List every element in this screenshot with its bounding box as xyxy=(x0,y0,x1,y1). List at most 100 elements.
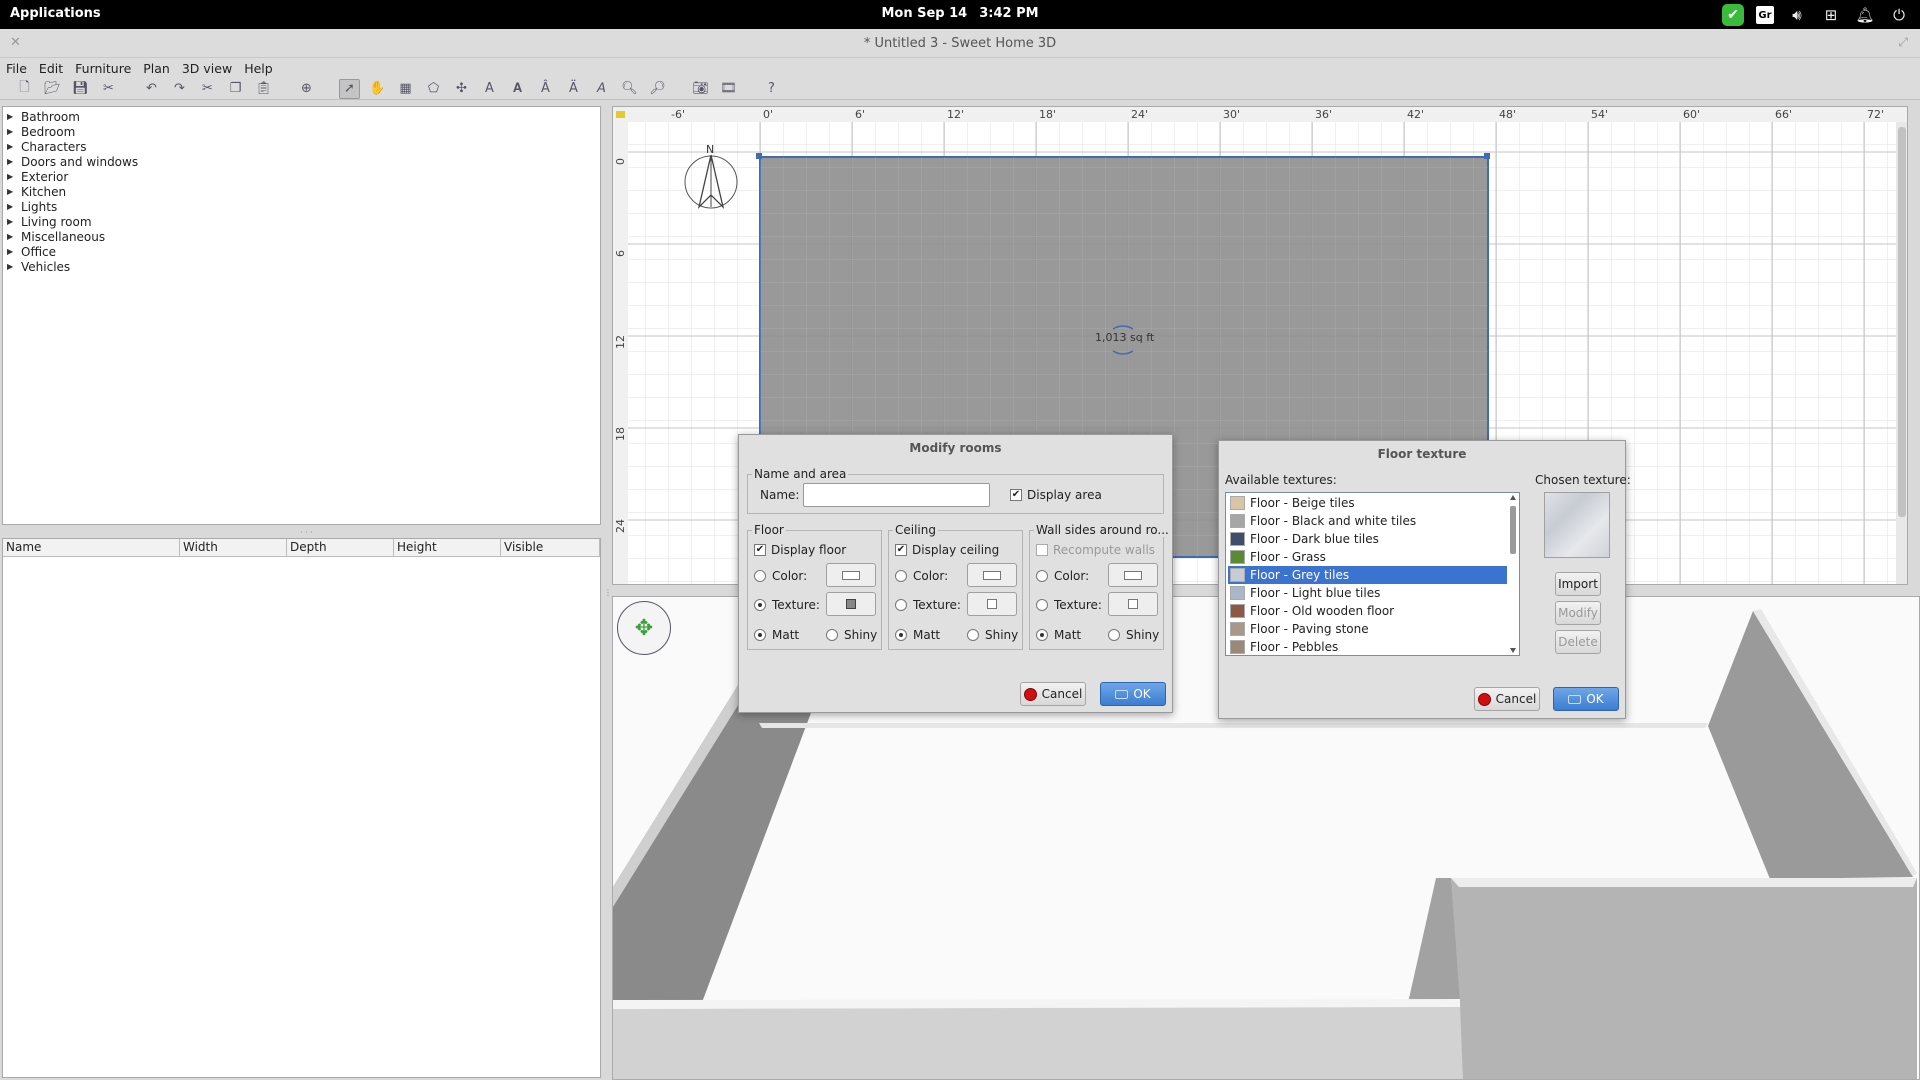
catalog-category[interactable]: ▶ Vehicles xyxy=(7,259,70,274)
radio-button[interactable] xyxy=(1108,629,1120,641)
catalog-category[interactable]: ▶ Lights xyxy=(7,199,57,214)
expand-triangle-icon[interactable]: ▶ xyxy=(7,127,21,136)
cancel-button[interactable]: Cancel xyxy=(1474,687,1540,711)
expand-triangle-icon[interactable]: ▶ xyxy=(7,187,21,196)
create-video-icon[interactable]: 🎞︎ xyxy=(718,79,739,99)
radio-button[interactable] xyxy=(754,599,766,611)
expand-triangle-icon[interactable]: ▶ xyxy=(7,112,21,121)
floor-shiny-radio[interactable]: Shiny xyxy=(826,628,877,642)
column-header-height[interactable]: Height xyxy=(394,539,501,556)
create-walls-icon[interactable]: ▦ xyxy=(395,79,416,99)
maximize-icon[interactable]: ⤢ xyxy=(1898,35,1908,50)
walls-color-radio[interactable]: Color: xyxy=(1036,569,1089,583)
column-header-name[interactable]: Name xyxy=(3,539,180,556)
texture-item[interactable]: Floor - Light blue tiles xyxy=(1228,584,1507,602)
preferences-icon[interactable]: ✂ xyxy=(98,79,119,99)
ceiling-shiny-radio[interactable]: Shiny xyxy=(967,628,1018,642)
texture-list-scrollbar[interactable] xyxy=(1508,494,1518,654)
pan-mode-icon[interactable]: ✋ xyxy=(367,79,388,99)
text-italic-icon[interactable]: 𝘈 xyxy=(591,79,612,99)
ok-button[interactable]: OK xyxy=(1100,682,1166,706)
radio-button[interactable] xyxy=(754,629,766,641)
texture-list[interactable]: Floor - Beige tiles Floor - Black and wh… xyxy=(1225,492,1520,656)
menu-3d-view[interactable]: 3D view xyxy=(182,61,232,76)
catalog-category[interactable]: ▶ Characters xyxy=(7,139,87,154)
add-furniture-icon[interactable]: ⊕ xyxy=(296,79,317,99)
open-folder-icon[interactable]: 📂︎ xyxy=(42,79,63,99)
expand-triangle-icon[interactable]: ▶ xyxy=(7,202,21,211)
cancel-button[interactable]: Cancel xyxy=(1020,682,1086,706)
room-name-input[interactable] xyxy=(803,483,990,507)
menu-help[interactable]: Help xyxy=(244,61,273,76)
radio-button[interactable] xyxy=(1036,570,1048,582)
checkbox-box[interactable]: ✔ xyxy=(895,544,907,556)
expand-triangle-icon[interactable]: ▶ xyxy=(7,157,21,166)
column-header-depth[interactable]: Depth xyxy=(287,539,394,556)
ceiling-color-radio[interactable]: Color: xyxy=(895,569,948,583)
ceiling-texture-radio[interactable]: Texture: xyxy=(895,598,961,612)
bell-icon[interactable]: 🔔︎ xyxy=(1854,4,1876,26)
walls-color-button[interactable] xyxy=(1108,563,1158,587)
delete-button[interactable]: Delete xyxy=(1555,630,1601,654)
floor-texture-button[interactable] xyxy=(826,592,876,616)
ceiling-color-button[interactable] xyxy=(967,563,1017,587)
plan-scrollbar-thumb[interactable] xyxy=(1898,127,1906,517)
catalog-category[interactable]: ▶ Bedroom xyxy=(7,124,75,139)
radio-button[interactable] xyxy=(826,629,838,641)
help-icon[interactable]: ? xyxy=(761,79,782,99)
catalog-category[interactable]: ▶ Miscellaneous xyxy=(7,229,105,244)
horizontal-splitter[interactable]: · · · xyxy=(300,528,313,537)
expand-triangle-icon[interactable]: ▶ xyxy=(7,262,21,271)
create-dimensions-icon[interactable]: ✣ xyxy=(451,79,472,99)
radio-button[interactable] xyxy=(895,570,907,582)
menu-plan[interactable]: Plan xyxy=(143,61,170,76)
add-text-icon[interactable]: A xyxy=(479,79,500,99)
scroll-down-icon[interactable] xyxy=(1510,648,1516,653)
navigation-arrows-icon[interactable]: ✥ xyxy=(617,601,671,655)
modify-button[interactable]: Modify xyxy=(1555,601,1601,625)
menu-file[interactable]: File xyxy=(6,61,27,76)
save-icon[interactable]: 💾︎ xyxy=(70,79,91,99)
scroll-up-icon[interactable] xyxy=(1510,495,1516,500)
radio-button[interactable] xyxy=(967,629,979,641)
column-header-visible[interactable]: Visible xyxy=(501,539,600,556)
select-mode-icon[interactable]: ➚ xyxy=(339,78,360,99)
checkbox-box[interactable]: ✔ xyxy=(1010,489,1022,501)
menu-furniture[interactable]: Furniture xyxy=(75,61,131,76)
floor-color-button[interactable] xyxy=(826,563,876,587)
new-file-icon[interactable]: 🗋 xyxy=(14,79,35,99)
radio-button[interactable] xyxy=(895,629,907,641)
expand-triangle-icon[interactable]: ▶ xyxy=(7,142,21,151)
floor-color-radio[interactable]: Color: xyxy=(754,569,807,583)
shield-check-icon[interactable]: ✔ xyxy=(1722,4,1744,26)
display-ceiling-checkbox[interactable]: ✔ Display ceiling xyxy=(895,543,999,557)
paste-icon[interactable]: 📋︎ xyxy=(253,79,274,99)
catalog-category[interactable]: ▶ Exterior xyxy=(7,169,68,184)
floor-texture-radio[interactable]: Texture: xyxy=(754,598,820,612)
display-floor-checkbox[interactable]: ✔ Display floor xyxy=(754,543,846,557)
gr-icon[interactable]: Gr xyxy=(1756,6,1774,24)
expand-triangle-icon[interactable]: ▶ xyxy=(7,172,21,181)
zoom-in-icon[interactable]: 🔍︎ xyxy=(619,79,640,99)
recompute-walls-checkbox[interactable]: Recompute walls xyxy=(1036,543,1155,557)
catalog-category[interactable]: ▶ Kitchen xyxy=(7,184,66,199)
radio-button[interactable] xyxy=(1036,599,1048,611)
ok-button[interactable]: OK xyxy=(1553,687,1619,711)
furniture-catalog-tree[interactable]: ▶ Bathroom ▶ Bedroom ▶ Characters ▶ Doors an… xyxy=(2,106,601,525)
text-style-bold-icon[interactable]: 𝐀 xyxy=(507,79,528,99)
text-increase-icon[interactable]: Â xyxy=(535,79,556,99)
undo-icon[interactable]: ↶ xyxy=(141,79,162,99)
texture-item[interactable]: Floor - Old wooden floor xyxy=(1228,602,1507,620)
import-button[interactable]: Import xyxy=(1555,572,1601,596)
vertical-splitter[interactable]: ⋮ xyxy=(604,588,612,597)
copy-icon[interactable]: ❐ xyxy=(225,79,246,99)
clock[interactable]: Mon Sep 14 3:42 PM xyxy=(0,6,1920,21)
texture-item[interactable]: Floor - Dark blue tiles xyxy=(1228,530,1507,548)
cut-icon[interactable]: ✂ xyxy=(197,79,218,99)
texture-item[interactable]: Floor - Pebbles xyxy=(1228,638,1507,655)
texture-item-selected[interactable]: Floor - Grey tiles xyxy=(1228,566,1507,584)
column-header-width[interactable]: Width xyxy=(180,539,287,556)
walls-matt-radio[interactable]: Matt xyxy=(1036,628,1081,642)
zoom-out-icon[interactable]: 🔎︎ xyxy=(647,79,668,99)
checkbox-box[interactable] xyxy=(1036,544,1048,556)
